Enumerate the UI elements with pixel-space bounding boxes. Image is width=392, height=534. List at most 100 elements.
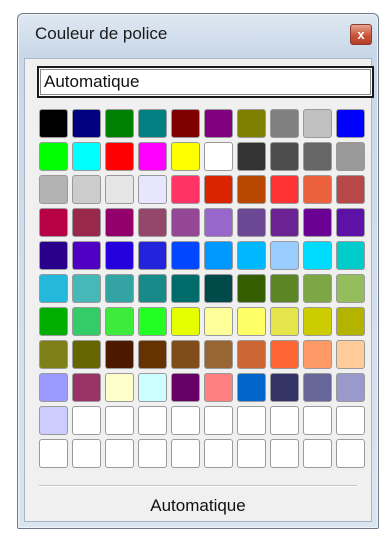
color-swatch[interactable] bbox=[105, 373, 134, 402]
color-swatch[interactable] bbox=[303, 307, 332, 336]
color-swatch[interactable] bbox=[270, 307, 299, 336]
color-swatch[interactable] bbox=[237, 307, 266, 336]
color-swatch[interactable] bbox=[336, 274, 365, 303]
color-swatch[interactable] bbox=[237, 439, 266, 468]
color-swatch[interactable] bbox=[270, 241, 299, 270]
color-swatch[interactable] bbox=[138, 307, 167, 336]
color-swatch[interactable] bbox=[336, 175, 365, 204]
color-swatch[interactable] bbox=[303, 241, 332, 270]
color-swatch[interactable] bbox=[303, 373, 332, 402]
color-swatch[interactable] bbox=[105, 439, 134, 468]
color-swatch[interactable] bbox=[72, 241, 101, 270]
close-button[interactable]: x bbox=[350, 24, 372, 45]
color-swatch[interactable] bbox=[171, 274, 200, 303]
automatic-color-button-top[interactable]: Automatique bbox=[37, 66, 374, 98]
automatic-color-button-bottom[interactable]: Automatique bbox=[39, 491, 357, 521]
color-swatch[interactable] bbox=[237, 340, 266, 369]
color-swatch[interactable] bbox=[204, 406, 233, 435]
color-swatch[interactable] bbox=[204, 274, 233, 303]
color-swatch[interactable] bbox=[105, 241, 134, 270]
color-swatch[interactable] bbox=[336, 439, 365, 468]
color-swatch[interactable] bbox=[171, 175, 200, 204]
color-swatch[interactable] bbox=[303, 406, 332, 435]
color-swatch[interactable] bbox=[171, 373, 200, 402]
color-swatch[interactable] bbox=[39, 274, 68, 303]
color-swatch[interactable] bbox=[336, 307, 365, 336]
color-swatch[interactable] bbox=[39, 307, 68, 336]
color-swatch[interactable] bbox=[138, 109, 167, 138]
color-swatch[interactable] bbox=[303, 142, 332, 171]
color-swatch[interactable] bbox=[138, 373, 167, 402]
color-swatch[interactable] bbox=[72, 175, 101, 204]
color-swatch[interactable] bbox=[336, 373, 365, 402]
color-swatch[interactable] bbox=[270, 175, 299, 204]
color-swatch[interactable] bbox=[270, 274, 299, 303]
color-swatch[interactable] bbox=[105, 208, 134, 237]
color-swatch[interactable] bbox=[39, 175, 68, 204]
color-swatch[interactable] bbox=[270, 142, 299, 171]
color-swatch[interactable] bbox=[171, 340, 200, 369]
color-swatch[interactable] bbox=[39, 109, 68, 138]
color-swatch[interactable] bbox=[237, 175, 266, 204]
color-swatch[interactable] bbox=[72, 439, 101, 468]
color-swatch[interactable] bbox=[171, 109, 200, 138]
color-swatch[interactable] bbox=[204, 175, 233, 204]
color-swatch[interactable] bbox=[138, 406, 167, 435]
color-swatch[interactable] bbox=[39, 373, 68, 402]
color-swatch[interactable] bbox=[303, 109, 332, 138]
color-swatch[interactable] bbox=[270, 208, 299, 237]
color-swatch[interactable] bbox=[105, 274, 134, 303]
color-swatch[interactable] bbox=[39, 142, 68, 171]
color-swatch[interactable] bbox=[39, 241, 68, 270]
color-swatch[interactable] bbox=[72, 406, 101, 435]
color-swatch[interactable] bbox=[105, 406, 134, 435]
color-swatch[interactable] bbox=[204, 208, 233, 237]
color-swatch[interactable] bbox=[303, 208, 332, 237]
color-swatch[interactable] bbox=[39, 406, 68, 435]
color-swatch[interactable] bbox=[39, 340, 68, 369]
color-swatch[interactable] bbox=[237, 373, 266, 402]
color-swatch[interactable] bbox=[237, 406, 266, 435]
color-swatch[interactable] bbox=[204, 439, 233, 468]
color-swatch[interactable] bbox=[105, 340, 134, 369]
color-swatch[interactable] bbox=[138, 340, 167, 369]
color-swatch[interactable] bbox=[105, 142, 134, 171]
color-swatch[interactable] bbox=[204, 142, 233, 171]
color-swatch[interactable] bbox=[105, 175, 134, 204]
color-swatch[interactable] bbox=[204, 340, 233, 369]
color-swatch[interactable] bbox=[204, 307, 233, 336]
color-swatch[interactable] bbox=[336, 241, 365, 270]
color-swatch[interactable] bbox=[237, 274, 266, 303]
color-swatch[interactable] bbox=[171, 307, 200, 336]
color-swatch[interactable] bbox=[138, 274, 167, 303]
color-swatch[interactable] bbox=[303, 439, 332, 468]
color-swatch[interactable] bbox=[303, 175, 332, 204]
color-swatch[interactable] bbox=[72, 109, 101, 138]
color-swatch[interactable] bbox=[138, 175, 167, 204]
color-swatch[interactable] bbox=[72, 274, 101, 303]
color-swatch[interactable] bbox=[237, 208, 266, 237]
color-swatch[interactable] bbox=[303, 340, 332, 369]
color-swatch[interactable] bbox=[138, 208, 167, 237]
color-swatch[interactable] bbox=[171, 241, 200, 270]
color-swatch[interactable] bbox=[270, 373, 299, 402]
color-swatch[interactable] bbox=[72, 142, 101, 171]
color-swatch[interactable] bbox=[72, 208, 101, 237]
color-swatch[interactable] bbox=[72, 373, 101, 402]
color-swatch[interactable] bbox=[105, 307, 134, 336]
color-swatch[interactable] bbox=[72, 307, 101, 336]
color-swatch[interactable] bbox=[270, 439, 299, 468]
color-swatch[interactable] bbox=[336, 406, 365, 435]
color-swatch[interactable] bbox=[270, 406, 299, 435]
color-swatch[interactable] bbox=[204, 109, 233, 138]
color-swatch[interactable] bbox=[105, 109, 134, 138]
color-swatch[interactable] bbox=[204, 241, 233, 270]
color-swatch[interactable] bbox=[270, 109, 299, 138]
color-swatch[interactable] bbox=[336, 208, 365, 237]
color-swatch[interactable] bbox=[237, 109, 266, 138]
color-swatch[interactable] bbox=[270, 340, 299, 369]
color-swatch[interactable] bbox=[39, 208, 68, 237]
color-swatch[interactable] bbox=[138, 241, 167, 270]
color-swatch[interactable] bbox=[39, 439, 68, 468]
color-swatch[interactable] bbox=[237, 241, 266, 270]
